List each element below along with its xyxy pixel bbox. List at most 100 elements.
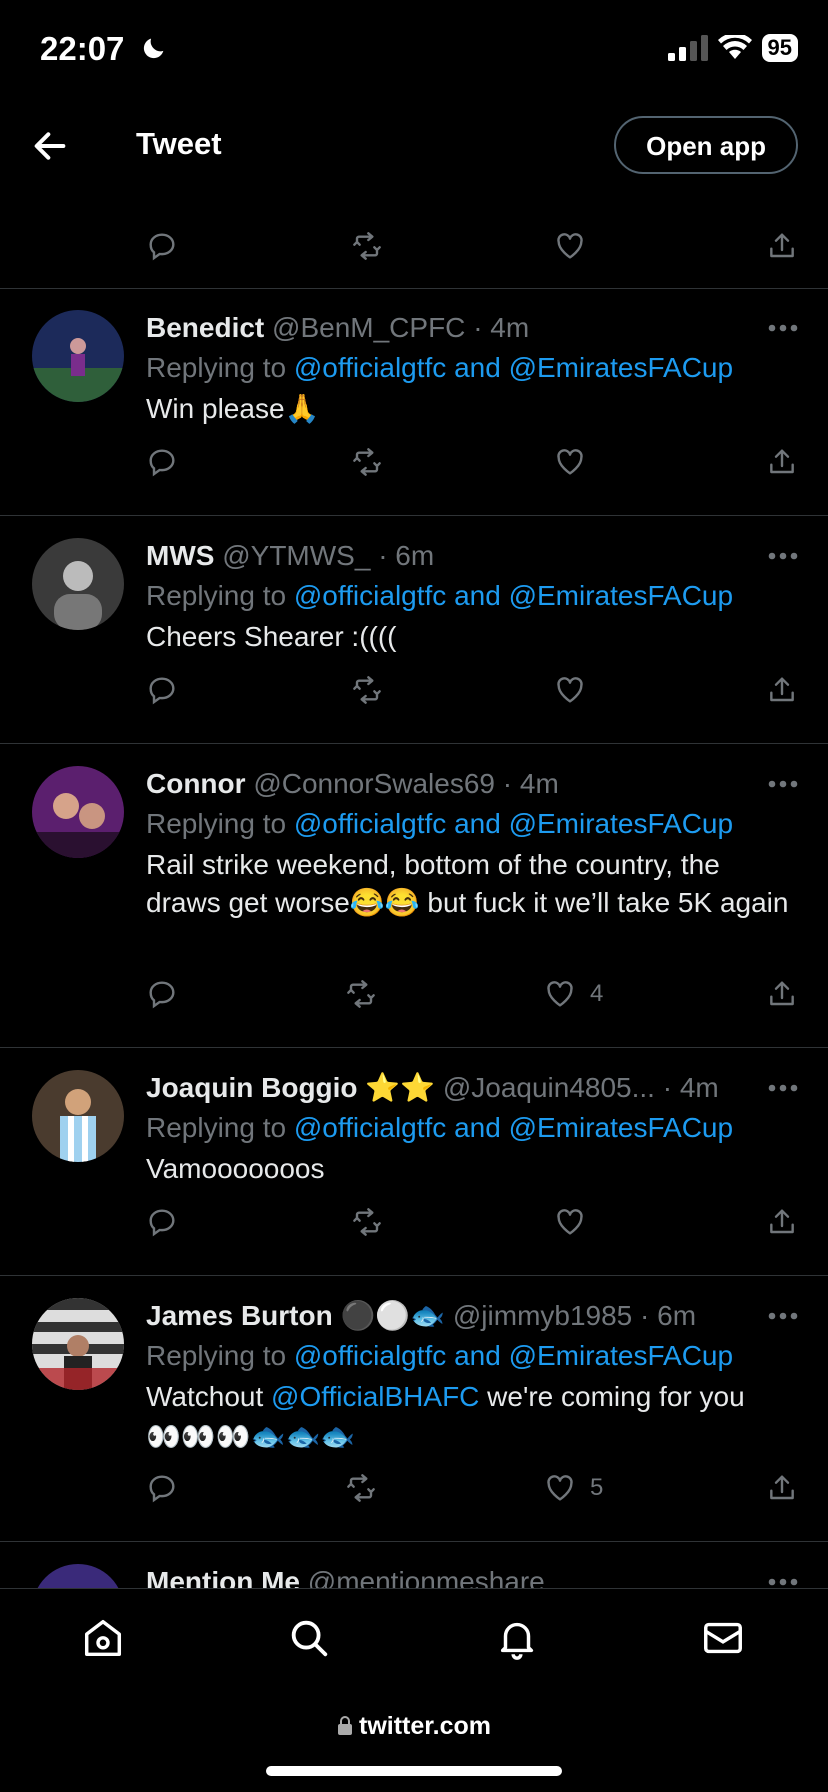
back-arrow-icon[interactable]	[30, 126, 70, 166]
bottom-nav	[0, 1588, 828, 1687]
author-handle[interactable]: @BenM_CPFC	[272, 312, 465, 343]
reply-button[interactable]	[146, 978, 178, 1010]
more-options-icon[interactable]	[768, 780, 798, 788]
reply-button[interactable]	[146, 446, 178, 478]
avatar[interactable]	[32, 310, 124, 402]
home-icon[interactable]	[80, 1615, 126, 1661]
reply-button[interactable]	[146, 1472, 178, 1504]
name-emoji: ⭐⭐	[365, 1072, 436, 1103]
reply-mentions[interactable]: @officialgtfc and @EmiratesFACup	[294, 352, 733, 383]
action-bar	[146, 230, 798, 266]
share-icon	[770, 1209, 794, 1234]
reply-button[interactable]	[146, 1206, 178, 1238]
retweet-button[interactable]	[350, 674, 384, 706]
replying-to-label: Replying to	[146, 1112, 287, 1143]
share-icon	[770, 677, 794, 702]
avatar[interactable]	[32, 538, 124, 630]
retweet-icon	[353, 232, 381, 260]
tweet-content: Joaquin Boggio ⭐⭐ @Joaquin4805... · 4m R…	[146, 1070, 798, 1188]
tweet-time: · 4m	[662, 1072, 719, 1103]
like-button[interactable]	[554, 674, 586, 706]
replying-to-label: Replying to	[146, 1340, 287, 1371]
share-button[interactable]	[766, 446, 798, 478]
reply-icon	[149, 677, 175, 705]
tweet[interactable]: Connor @ConnorSwales69 · 4m Replying to …	[0, 744, 828, 1048]
reply-icon	[149, 233, 175, 261]
share-icon	[770, 233, 794, 258]
retweet-button[interactable]	[344, 1472, 378, 1504]
retweet-icon	[347, 1474, 375, 1502]
share-button[interactable]	[766, 230, 798, 262]
author-name[interactable]: Connor	[146, 768, 246, 799]
reply-mentions[interactable]: @officialgtfc and @EmiratesFACup	[294, 1340, 733, 1371]
bell-icon[interactable]	[494, 1615, 540, 1661]
reply-mentions[interactable]: @officialgtfc and @EmiratesFACup	[294, 808, 733, 839]
more-options-icon[interactable]	[768, 1312, 798, 1320]
more-options-icon[interactable]	[768, 1578, 798, 1586]
retweet-icon	[353, 1208, 381, 1236]
mail-icon[interactable]	[700, 1615, 746, 1661]
like-button[interactable]: 4	[544, 978, 603, 1010]
like-button[interactable]	[554, 230, 586, 262]
wifi-icon	[717, 35, 752, 59]
status-time: 22:07	[40, 30, 125, 67]
reply-button[interactable]	[146, 674, 178, 706]
author-name[interactable]: Joaquin Boggio	[146, 1072, 358, 1103]
action-bar	[146, 1206, 798, 1242]
lock-icon	[338, 1716, 352, 1735]
tweet-time: · 4m	[473, 312, 530, 343]
share-button[interactable]	[766, 978, 798, 1010]
tweet[interactable]: Benedict @BenM_CPFC · 4m Replying to @of…	[0, 288, 828, 516]
share-button[interactable]	[766, 1472, 798, 1504]
search-icon[interactable]	[286, 1615, 332, 1661]
reply-mentions[interactable]: @officialgtfc and @EmiratesFACup	[294, 580, 733, 611]
avatar[interactable]	[32, 766, 124, 858]
share-button[interactable]	[766, 674, 798, 706]
like-button[interactable]	[554, 1206, 586, 1238]
avatar[interactable]	[32, 1298, 124, 1390]
reply-button[interactable]	[146, 230, 178, 262]
share-button[interactable]	[766, 1206, 798, 1238]
replying-to-label: Replying to	[146, 352, 287, 383]
top-header: Tweet Open app	[0, 96, 828, 196]
home-indicator	[266, 1766, 562, 1776]
author-handle[interactable]: @Joaquin4805...	[443, 1072, 655, 1103]
address-bar[interactable]: twitter.com	[0, 1712, 828, 1741]
more-options-icon[interactable]	[768, 1084, 798, 1092]
avatar[interactable]	[32, 1070, 124, 1162]
url-text: twitter.com	[359, 1712, 491, 1740]
reply-mentions[interactable]: @officialgtfc and @EmiratesFACup	[294, 1112, 733, 1143]
more-options-icon[interactable]	[768, 324, 798, 332]
tweet-mention-link[interactable]: @OfficialBHAFC	[271, 1381, 479, 1412]
heart-icon	[557, 233, 583, 259]
tweet[interactable]: James Burton ⚫⚪🐟 @jimmyb1985 · 6m Replyi…	[0, 1276, 828, 1542]
author-name[interactable]: Benedict	[146, 312, 264, 343]
author-handle[interactable]: @ConnorSwales69	[253, 768, 495, 799]
heart-icon	[557, 1209, 583, 1235]
author-name[interactable]: James Burton	[146, 1300, 333, 1331]
retweet-button[interactable]	[350, 230, 384, 262]
like-button[interactable]: 5	[544, 1472, 603, 1504]
tweet[interactable]: MWS @YTMWS_ · 6m Replying to @officialgt…	[0, 516, 828, 744]
status-bar: 22:07 95	[0, 0, 828, 96]
retweet-button[interactable]	[344, 978, 378, 1010]
share-icon	[770, 981, 794, 1006]
like-button[interactable]	[554, 446, 586, 478]
share-icon	[770, 1475, 794, 1500]
tweet-time: · 4m	[502, 768, 559, 799]
tweet-emoji-line: 👀👀👀🐟🐟🐟	[146, 1421, 356, 1452]
tweet-text: Watchout @OfficialBHAFC we're coming for…	[146, 1378, 798, 1416]
tweet[interactable]: Joaquin Boggio ⭐⭐ @Joaquin4805... · 4m R…	[0, 1048, 828, 1276]
author-handle[interactable]: @jimmyb1985	[453, 1300, 632, 1331]
previous-tweet-actions	[0, 196, 828, 289]
signal-icon	[667, 35, 708, 61]
tweet-content: Connor @ConnorSwales69 · 4m Replying to …	[146, 766, 798, 922]
heart-icon	[547, 1475, 573, 1501]
more-options-icon[interactable]	[768, 552, 798, 560]
retweet-button[interactable]	[350, 1206, 384, 1238]
retweet-button[interactable]	[350, 446, 384, 478]
author-handle[interactable]: @YTMWS_	[222, 540, 370, 571]
open-app-button[interactable]: Open app	[614, 116, 798, 174]
tweet-text: Win please🙏	[146, 393, 320, 424]
author-name[interactable]: MWS	[146, 540, 214, 571]
